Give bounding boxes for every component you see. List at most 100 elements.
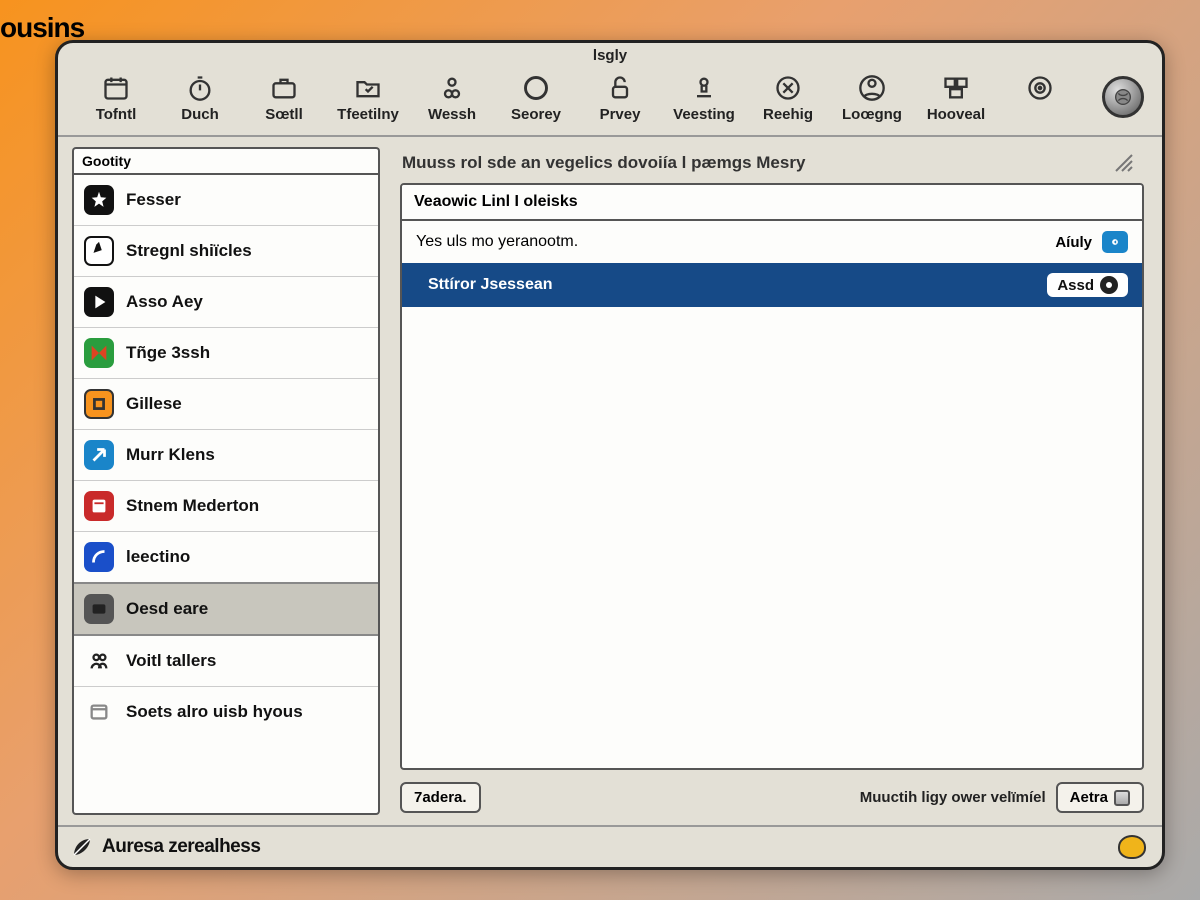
folder-check-icon	[353, 74, 383, 102]
toolbar-label: Tfeetilny	[337, 106, 399, 123]
panel-row-1[interactable]: Sttíror Jsessean Assd	[402, 263, 1142, 307]
sidebar-item-6[interactable]: Stnem Mederton	[74, 480, 378, 531]
main-heading: Muuss rol sde an vegelics dovoiía l pæmg…	[400, 149, 1144, 183]
briefcase-icon	[269, 74, 299, 102]
row-tag: Aíuly	[1055, 234, 1092, 251]
panel-row-0[interactable]: Yes uls mo yeranootm. Aíuly	[402, 221, 1142, 263]
toolbar-label: Loœgng	[842, 106, 902, 123]
sidebar-item-2[interactable]: Asso Aey	[74, 276, 378, 327]
sidebar-item-3[interactable]: Tñge 3ssh	[74, 327, 378, 378]
panel-header: Veaowic Linl I oleisks	[402, 185, 1142, 221]
toolbar-label: Hooveal	[927, 106, 985, 123]
target-icon	[1025, 74, 1055, 102]
toolbar-label: Sœtll	[265, 106, 303, 123]
leaf-icon	[70, 835, 94, 859]
toolbar-label: Tofntl	[96, 106, 137, 123]
sidebar-item-0[interactable]: Fesser	[74, 175, 378, 225]
square-icon	[84, 389, 114, 419]
toolbar-item-0[interactable]: Tofntl	[76, 72, 156, 125]
people-icon	[84, 646, 114, 676]
compass-icon	[84, 236, 114, 266]
sidebar-item-label: Stnem Mederton	[126, 496, 259, 516]
toolbar-label: Prvey	[600, 106, 641, 123]
lock-open-icon	[605, 74, 635, 102]
toolbar-label: Reehig	[763, 106, 813, 123]
window-icon	[84, 697, 114, 727]
sidebar-item-4[interactable]: Gillese	[74, 378, 378, 429]
sidebar-item-10[interactable]: Soets alro uisb hyous	[74, 686, 378, 737]
toolbar-item-1[interactable]: Duch	[160, 72, 240, 125]
globe-x-icon	[773, 74, 803, 102]
chat-icon	[84, 594, 114, 624]
sidebar: Gootity Fesser Stregnl shiïcles Asso Aey…	[72, 147, 380, 815]
sidebar-item-8[interactable]: Oesd eare	[74, 582, 378, 634]
left-action-button[interactable]: 7adera.	[400, 782, 481, 813]
panel-footer-bar: 7adera. Muuctih ligy ower velïmíel Aetra	[400, 782, 1144, 825]
toolbar-item-7[interactable]: Veesting	[664, 72, 744, 125]
toolbar-item-3[interactable]: Tfeetilny	[328, 72, 408, 125]
arrow-square-icon	[84, 440, 114, 470]
sidebar-item-label: leectino	[126, 547, 190, 567]
toolbar-item-8[interactable]: Reehig	[748, 72, 828, 125]
disk-icon	[1114, 790, 1130, 806]
toolbar-item-11[interactable]	[1000, 72, 1080, 125]
sidebar-item-7[interactable]: leectino	[74, 531, 378, 582]
status-text: Muuctih ligy ower velïmíel	[860, 789, 1046, 806]
toolbar-label: Duch	[181, 106, 219, 123]
resize-grip-icon	[1112, 151, 1136, 175]
book-icon	[84, 491, 114, 521]
sidebar-item-label: Gillese	[126, 394, 182, 414]
main-content: Muuss rol sde an vegelics dovoiía l pæmg…	[380, 137, 1162, 825]
toggle-icon[interactable]	[1102, 231, 1128, 253]
sidebar-item-label: Murr Klens	[126, 445, 215, 465]
layout-icon	[941, 74, 971, 102]
toolbar-label	[1038, 106, 1042, 123]
toolbar-label: Wessh	[428, 106, 476, 123]
pill-label: Assd	[1057, 277, 1094, 294]
button-label: Aetra	[1070, 789, 1108, 806]
sidebar-item-label: Tñge 3ssh	[126, 343, 210, 363]
right-action-button[interactable]: Aetra	[1056, 782, 1144, 813]
window-title: lsgly	[58, 43, 1162, 66]
toolbar: Tofntl Duch Sœtll Tfeetilny Wessh Seorey…	[58, 66, 1162, 137]
calendar-icon	[101, 74, 131, 102]
dot-icon	[1100, 276, 1118, 294]
sidebar-item-label: Soets alro uisb hyous	[126, 702, 303, 722]
footer-text: Auresa zerealhess	[102, 836, 260, 858]
curve-icon	[84, 542, 114, 572]
puzzle-icon	[84, 338, 114, 368]
sidebar-item-label: Stregnl shiïcles	[126, 241, 252, 261]
toolbar-item-10[interactable]: Hooveal	[916, 72, 996, 125]
toolbar-item-2[interactable]: Sœtll	[244, 72, 324, 125]
sidebar-item-label: Asso Aey	[126, 292, 203, 312]
sidebar-item-5[interactable]: Murr Klens	[74, 429, 378, 480]
stamp-icon	[689, 74, 719, 102]
row-label: Sttíror Jsessean	[416, 276, 1037, 294]
toolbar-item-9[interactable]: Loœgng	[832, 72, 912, 125]
toolbar-label: Seorey	[511, 106, 561, 123]
sidebar-item-label: Fesser	[126, 190, 181, 210]
row-pill[interactable]: Assd	[1047, 273, 1128, 297]
toolbar-label: Veesting	[673, 106, 735, 123]
sidebar-list: Fesser Stregnl shiïcles Asso Aey Tñge 3s…	[72, 173, 380, 815]
toolbar-sphere-icon[interactable]	[1102, 76, 1144, 118]
sidebar-item-label: Oesd eare	[126, 599, 208, 619]
sidebar-item-label: Voitl tallers	[126, 651, 216, 671]
toolbar-item-4[interactable]: Wessh	[412, 72, 492, 125]
preferences-window: lsgly Tofntl Duch Sœtll Tfeetilny Wessh …	[55, 40, 1165, 870]
sidebar-item-1[interactable]: Stregnl shiïcles	[74, 225, 378, 276]
sidebar-item-9[interactable]: Voitl tallers	[74, 634, 378, 686]
coin-icon	[1118, 835, 1146, 859]
sidebar-title: Gootity	[72, 147, 380, 173]
star-square-icon	[84, 185, 114, 215]
row-label: Yes uls mo yeranootm.	[416, 233, 1045, 251]
stopwatch-icon	[185, 74, 215, 102]
window-footer: Auresa zerealhess	[58, 825, 1162, 867]
toolbar-item-5[interactable]: Seorey	[496, 72, 576, 125]
user-circle-icon	[857, 74, 887, 102]
play-icon	[84, 287, 114, 317]
circle-icon	[521, 74, 551, 102]
settings-panel: Veaowic Linl I oleisks Yes uls mo yerano…	[400, 183, 1144, 770]
person-rings-icon	[437, 74, 467, 102]
toolbar-item-6[interactable]: Prvey	[580, 72, 660, 125]
